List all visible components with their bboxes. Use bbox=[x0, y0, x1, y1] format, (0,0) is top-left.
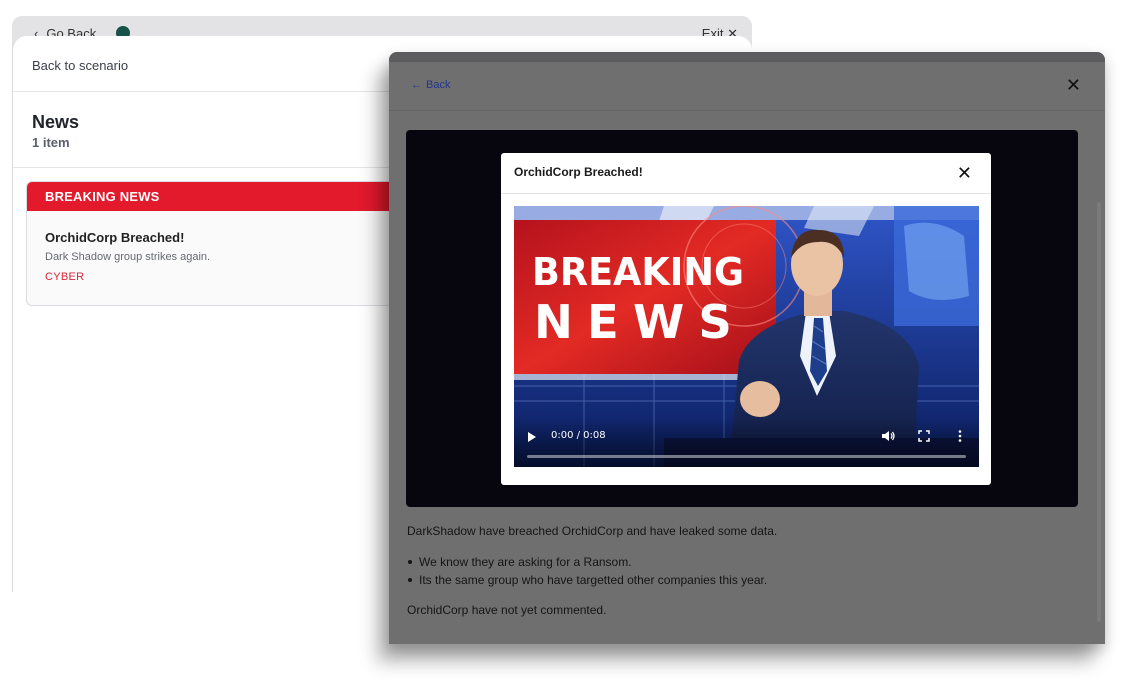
article-body: DarkShadow have breached OrchidCorp and … bbox=[407, 522, 1067, 632]
card-headline: OrchidCorp Breached! bbox=[45, 230, 185, 245]
close-icon: ✕ bbox=[956, 163, 972, 183]
scrollbar[interactable] bbox=[1097, 202, 1101, 622]
article-close-button[interactable]: ✕ bbox=[1066, 75, 1081, 96]
back-to-scenario-label: Back to scenario bbox=[32, 58, 129, 73]
fullscreen-icon[interactable] bbox=[916, 428, 932, 444]
category-tag: CYBER bbox=[45, 271, 85, 283]
news-card[interactable]: BREAKING NEWS OrchidCorp Breached! Dark … bbox=[26, 181, 406, 306]
divider bbox=[501, 193, 991, 194]
arrow-left-icon: ← bbox=[411, 79, 422, 91]
article-closing: OrchidCorp have not yet commented. bbox=[407, 603, 607, 617]
breaking-news-banner: BREAKING NEWS bbox=[27, 182, 405, 211]
play-icon[interactable] bbox=[528, 432, 536, 442]
article-intro: DarkShadow have breached OrchidCorp and … bbox=[407, 524, 778, 538]
article-bullet: We know they are asking for a Ransom. bbox=[407, 553, 1067, 571]
article-bullet: Its the same group who have targetted ot… bbox=[407, 571, 1067, 589]
video-player[interactable]: BREAKING NEWS 0:00 / 0:08 bbox=[514, 206, 979, 467]
article-back-button[interactable]: ← Back bbox=[411, 79, 450, 91]
video-controls: 0:00 / 0:08 bbox=[514, 417, 979, 467]
card-subtitle: Dark Shadow group strikes again. bbox=[45, 251, 211, 263]
article-bullets: We know they are asking for a Ransom. It… bbox=[407, 553, 1067, 589]
thumbnail-line-2: NEWS bbox=[534, 295, 746, 349]
ghost-topbar bbox=[389, 52, 1105, 62]
progress-track[interactable] bbox=[527, 455, 966, 458]
more-options-icon[interactable] bbox=[952, 428, 968, 444]
video-dialog: OrchidCorp Breached! ✕ BREAKING NEWS 0:0… bbox=[501, 153, 991, 485]
article-back-label: Back bbox=[426, 79, 451, 91]
time-readout: 0:00 / 0:08 bbox=[551, 430, 606, 441]
dialog-title: OrchidCorp Breached! bbox=[514, 165, 643, 179]
volume-icon[interactable] bbox=[880, 428, 896, 444]
thumbnail-line-1: BREAKING bbox=[532, 250, 744, 294]
divider bbox=[389, 110, 1105, 111]
dialog-close-button[interactable]: ✕ bbox=[957, 164, 972, 182]
close-icon: ✕ bbox=[1065, 75, 1081, 95]
